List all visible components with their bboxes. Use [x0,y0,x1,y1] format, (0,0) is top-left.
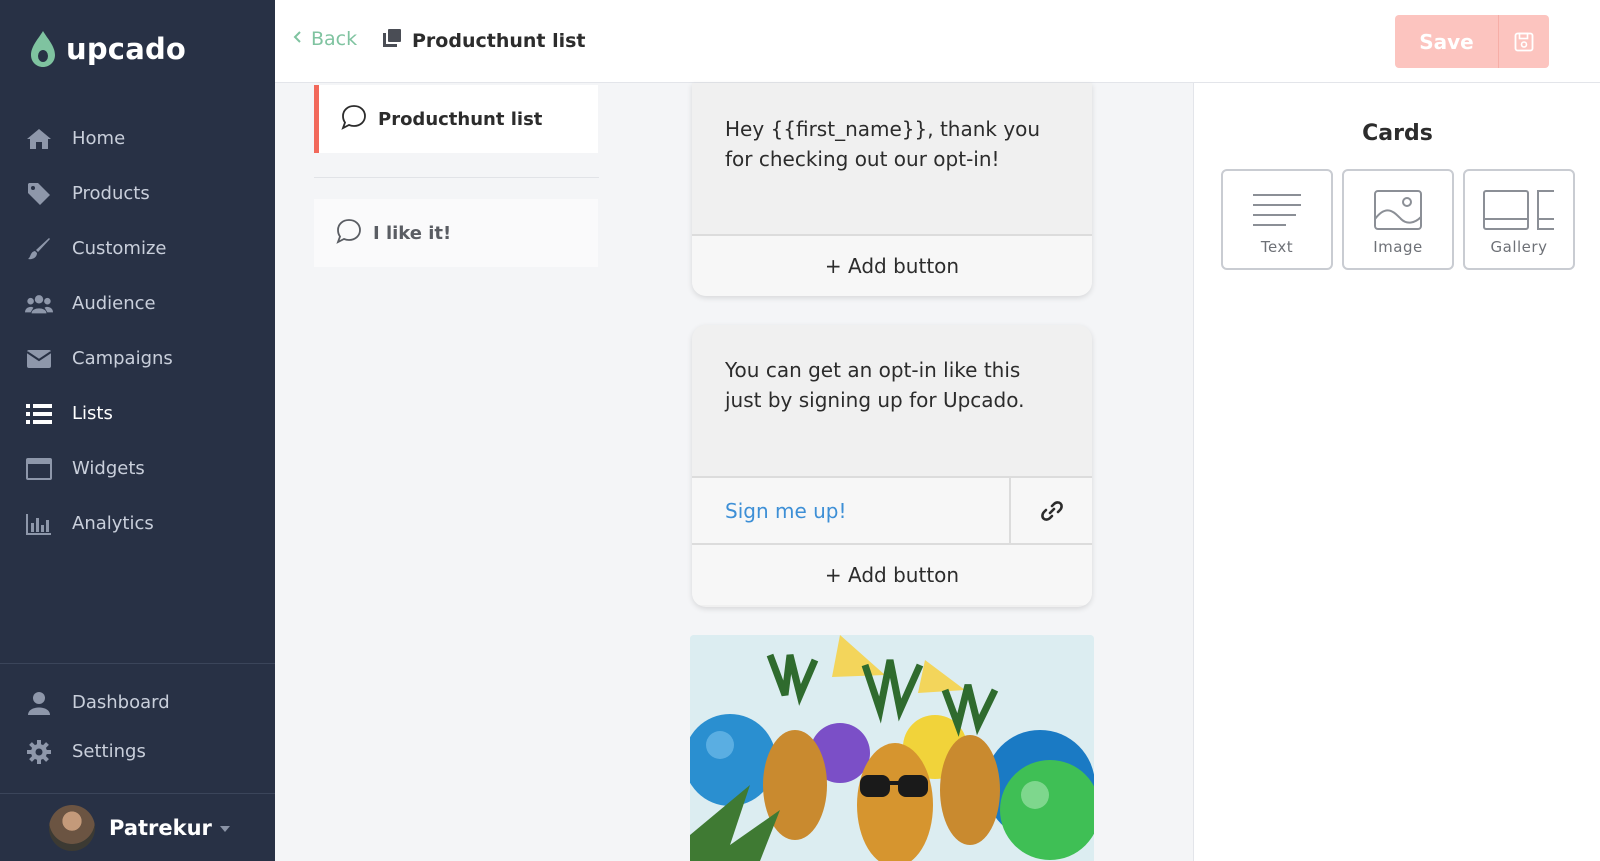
sidebar-item-label: Dashboard [72,692,170,713]
breadcrumb: Producthunt list [382,28,586,53]
cards-panel: Cards Text Image Gallery [1193,83,1600,861]
card-type-label: Gallery [1490,238,1548,256]
message-item-producthunt-list[interactable]: Producthunt list [314,85,598,153]
message-item-label: Producthunt list [378,108,543,130]
back-button[interactable]: Back [293,28,357,50]
sidebar-item-widgets[interactable]: Widgets [0,441,275,496]
sidebar-divider [0,793,275,794]
sidebar-item-lists[interactable]: Lists [0,386,275,441]
app-name: upcado [66,32,187,66]
speech-bubble-icon [336,218,362,249]
link-icon[interactable] [1009,478,1092,543]
user-name: Patrekur [109,816,212,840]
sidebar-item-label: Audience [72,293,156,314]
window-icon [25,455,53,483]
list-icon [25,400,53,428]
sidebar-item-home[interactable]: Home [0,111,275,166]
floppy-disk-icon [1498,15,1549,68]
brush-icon [25,235,53,263]
sign-up-link-button[interactable]: Sign me up! [692,478,1009,543]
copy-icon [382,28,402,53]
users-icon [25,290,53,318]
envelope-icon [25,345,53,373]
sidebar-item-analytics[interactable]: Analytics [0,496,275,551]
message-item-label: I like it! [373,222,452,244]
sidebar-item-customize[interactable]: Customize [0,221,275,276]
pineapples-party-image [690,635,1094,861]
image-icon [1344,189,1452,233]
card-type-text[interactable]: Text [1221,169,1333,270]
chevron-down-icon [219,826,230,832]
tag-icon [25,180,53,208]
sidebar-item-label: Analytics [72,513,154,534]
add-button[interactable]: + Add button [692,234,1092,296]
card-link-button: Sign me up! [692,476,1092,543]
sidebar-item-campaigns[interactable]: Campaigns [0,331,275,386]
bar-chart-icon [25,510,53,538]
sidebar-item-label: Lists [72,403,113,424]
sidebar-item-label: Home [72,128,126,149]
card-type-gallery[interactable]: Gallery [1463,169,1575,270]
back-label: Back [311,28,358,50]
save-button[interactable]: Save [1395,15,1549,68]
card-type-label: Text [1260,238,1294,256]
logo[interactable]: upcado [30,30,186,68]
bottom-nav: Dashboard Settings [0,678,275,776]
card-type-label: Image [1373,238,1423,256]
cards-panel-title: Cards [1362,121,1433,146]
sidebar-item-settings[interactable]: Settings [0,727,275,776]
top-bar: Back Producthunt list Save [275,0,1600,83]
sidebar-item-label: Products [72,183,150,204]
avocado-logo-icon [31,31,55,67]
card-text[interactable]: You can get an opt-in like this just by … [692,325,1092,476]
chevron-left-icon [293,31,301,47]
text-card-greeting[interactable]: Hey {{first_name}}, thank you for checki… [692,83,1092,296]
user-menu[interactable]: Patrekur [49,805,230,851]
save-label: Save [1419,29,1474,54]
card-text[interactable]: Hey {{first_name}}, thank you for checki… [692,83,1092,234]
sidebar-divider [0,663,275,664]
main-nav: Home Products Customize Audience Campaig… [0,111,275,551]
avatar [49,805,95,851]
image-card[interactable] [690,635,1094,861]
sidebar-item-label: Customize [72,238,167,259]
home-icon [25,125,53,153]
sidebar-item-dashboard[interactable]: Dashboard [0,678,275,727]
add-button[interactable]: + Add button [692,543,1092,605]
user-icon [25,689,53,717]
card-type-image[interactable]: Image [1342,169,1454,270]
sidebar-item-label: Widgets [72,458,145,479]
sidebar: upcado Home Products Customize Audience [0,0,275,861]
gallery-icon [1465,189,1573,233]
list-divider [314,177,599,178]
sidebar-item-audience[interactable]: Audience [0,276,275,331]
message-item-i-like-it[interactable]: I like it! [314,199,598,267]
text-lines-icon [1223,189,1331,233]
sidebar-item-products[interactable]: Products [0,166,275,221]
speech-bubble-icon [341,104,367,135]
sidebar-item-label: Settings [72,741,146,762]
text-card-signup[interactable]: You can get an opt-in like this just by … [692,325,1092,607]
gear-icon [25,738,53,766]
page-title: Producthunt list [412,29,586,52]
sidebar-item-label: Campaigns [72,348,173,369]
